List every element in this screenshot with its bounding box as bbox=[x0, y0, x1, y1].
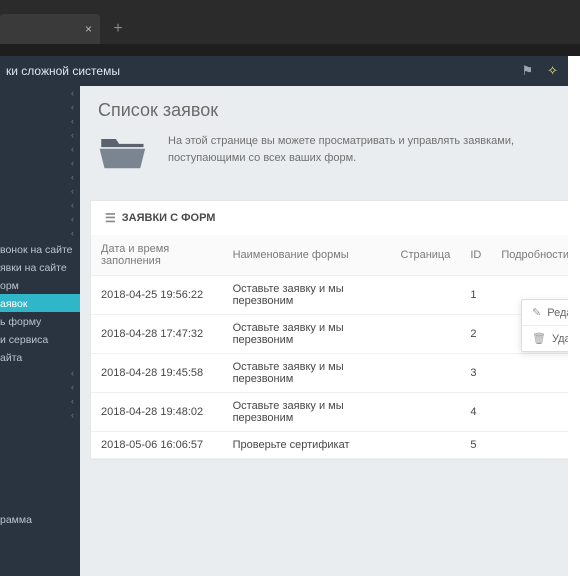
chevron-left-icon[interactable]: ‹ bbox=[71, 130, 74, 140]
cell-id: 3 bbox=[460, 354, 491, 393]
sidebar-item[interactable]: ь форму bbox=[0, 312, 80, 330]
table-row[interactable]: 2018-04-28 17:47:32Оставьте заявку и мы … bbox=[91, 315, 579, 354]
bulb-icon[interactable]: ✧ bbox=[547, 63, 558, 79]
pencil-icon: ✎ bbox=[532, 306, 541, 319]
chevron-left-icon[interactable]: ‹ bbox=[71, 88, 74, 98]
chevron-left-icon[interactable]: ‹ bbox=[71, 200, 74, 210]
cell-form_name: Оставьте заявку и мы перезвоним bbox=[223, 315, 391, 354]
chevron-left-icon[interactable]: ‹ bbox=[71, 410, 74, 420]
chevron-left-icon[interactable]: ‹ bbox=[71, 116, 74, 126]
page-description: На этой странице вы можете просматривать… bbox=[168, 131, 562, 166]
table-row[interactable]: 2018-04-28 19:48:02Оставьте заявку и мы … bbox=[91, 393, 579, 432]
col-id[interactable]: ID bbox=[460, 235, 491, 276]
sidebar-item[interactable]: айта bbox=[0, 348, 80, 366]
folder-open-icon bbox=[98, 131, 150, 178]
sidebar-footer-item[interactable]: рамма bbox=[0, 510, 80, 528]
chevron-left-icon[interactable]: ‹ bbox=[71, 144, 74, 154]
sidebar-item[interactable]: и сервиса bbox=[0, 330, 80, 348]
cell-datetime: 2018-04-28 19:45:58 bbox=[91, 354, 223, 393]
sidebar-item-active[interactable]: аявок bbox=[0, 294, 80, 312]
cell-datetime: 2018-04-25 19:56:22 bbox=[91, 276, 223, 315]
main-content: Список заявок На этой странице вы можете… bbox=[80, 56, 580, 580]
chevron-left-icon[interactable]: ‹ bbox=[71, 172, 74, 182]
cell-page bbox=[391, 276, 461, 315]
close-icon[interactable]: × bbox=[85, 22, 92, 36]
cell-datetime: 2018-04-28 17:47:32 bbox=[91, 315, 223, 354]
list-icon: ☰ bbox=[105, 211, 116, 225]
cell-form_name: Оставьте заявку и мы перезвоним bbox=[223, 276, 391, 315]
chevron-left-icon[interactable]: ‹ bbox=[71, 368, 74, 378]
chevron-left-icon[interactable]: ‹ bbox=[71, 186, 74, 196]
page-title: Список заявок bbox=[80, 86, 580, 127]
sidebar-item[interactable]: орм bbox=[0, 276, 80, 294]
sidebar-item[interactable]: вонок на сайте bbox=[0, 240, 80, 258]
cell-id: 4 bbox=[460, 393, 491, 432]
cell-form_name: Оставьте заявку и мы перезвоним bbox=[223, 393, 391, 432]
cell-details[interactable] bbox=[491, 432, 579, 459]
cell-id: 1 bbox=[460, 276, 491, 315]
col-page[interactable]: Страница bbox=[391, 235, 461, 276]
cell-form_name: Проверьте сертификат bbox=[223, 432, 391, 459]
cell-id: 5 bbox=[460, 432, 491, 459]
sidebar: ‹ ‹ ‹ ‹ ‹ ‹ ‹ ‹ ‹ ‹ ‹ вонок на сайте явк… bbox=[0, 56, 80, 580]
app-header: ки сложной системы ⚑ ✧ bbox=[0, 56, 568, 86]
cell-page bbox=[391, 432, 461, 459]
window-edge bbox=[568, 56, 580, 576]
table-row[interactable]: 2018-05-06 16:06:57Проверьте сертификат 5 bbox=[91, 432, 579, 459]
browser-tab[interactable]: × bbox=[0, 14, 100, 44]
flag-icon[interactable]: ⚑ bbox=[521, 63, 533, 79]
chevron-left-icon[interactable]: ‹ bbox=[71, 214, 74, 224]
breadcrumb: ки сложной системы bbox=[6, 64, 120, 78]
table-row[interactable]: 2018-04-28 19:45:58Оставьте заявку и мы … bbox=[91, 354, 579, 393]
new-tab-button[interactable]: + bbox=[104, 15, 132, 43]
col-form-name[interactable]: Наименование формы bbox=[223, 235, 391, 276]
cell-datetime: 2018-05-06 16:06:57 bbox=[91, 432, 223, 459]
cell-page bbox=[391, 315, 461, 354]
chevron-left-icon[interactable]: ‹ bbox=[71, 228, 74, 238]
browser-tab-strip: × + bbox=[0, 0, 580, 44]
chevron-left-icon[interactable]: ‹ bbox=[71, 396, 74, 406]
browser-urlbar[interactable] bbox=[0, 44, 580, 56]
cell-page bbox=[391, 354, 461, 393]
cell-form_name: Оставьте заявку и мы перезвоним bbox=[223, 354, 391, 393]
chevron-left-icon[interactable]: ‹ bbox=[71, 158, 74, 168]
cell-details[interactable] bbox=[491, 354, 579, 393]
cell-datetime: 2018-04-28 19:48:02 bbox=[91, 393, 223, 432]
cell-details[interactable] bbox=[491, 393, 579, 432]
cell-page bbox=[391, 393, 461, 432]
sidebar-item[interactable]: явки на сайте bbox=[0, 258, 80, 276]
cell-id: 2 bbox=[460, 315, 491, 354]
trash-icon: 🗑 bbox=[532, 332, 546, 345]
panel-title: ЗАЯВКИ С ФОРМ bbox=[122, 212, 216, 224]
chevron-left-icon[interactable]: ‹ bbox=[71, 382, 74, 392]
col-details[interactable]: Подробности bbox=[491, 235, 579, 276]
col-datetime[interactable]: Дата и время заполнения bbox=[91, 235, 223, 276]
requests-table: Дата и время заполнения Наименование фор… bbox=[91, 235, 579, 459]
window-edge bbox=[0, 576, 580, 580]
requests-panel: ☰ ЗАЯВКИ С ФОРМ Дата и время заполнения … bbox=[90, 200, 580, 460]
chevron-left-icon[interactable]: ‹ bbox=[71, 102, 74, 112]
table-row[interactable]: 2018-04-25 19:56:22Оставьте заявку и мы … bbox=[91, 276, 579, 315]
